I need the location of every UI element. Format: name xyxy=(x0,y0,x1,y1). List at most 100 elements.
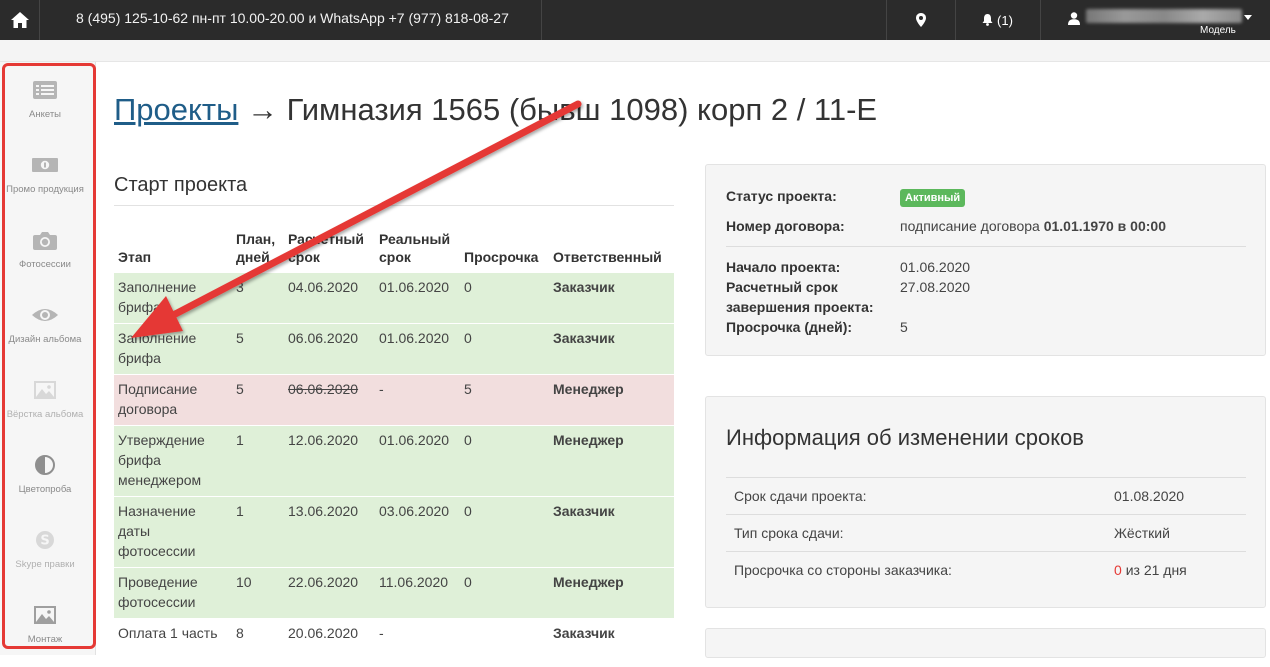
sidebar-item-label: Цветопроба xyxy=(18,484,72,495)
column-header: Этап xyxy=(118,249,152,265)
picture-icon xyxy=(34,606,56,624)
estimated-date-struck: 06.06.2020 xyxy=(288,381,359,397)
top-navbar: 8 (495) 125-10-62 пн-пт 10.00-20.00 и Wh… xyxy=(0,0,1270,40)
sidebar-item-label: Промо продукция xyxy=(6,184,84,195)
project-status-panel: Статус проекта: Активный Номер договора:… xyxy=(705,164,1266,356)
deadline-info-panel: Информация об изменении сроков Срок сдач… xyxy=(705,396,1266,608)
info-row: Срок сдачи проекта: 01.08.2020 xyxy=(726,477,1246,514)
owner-cell: Заказчик xyxy=(549,496,674,568)
skype-icon: S xyxy=(36,531,54,549)
info-value: Жёсткий xyxy=(1114,525,1170,541)
next-panel xyxy=(705,628,1266,658)
estimated-date-cell: 12.06.2020 xyxy=(284,425,375,497)
table-row: Заполнение брифа 5 06.06.2020 01.06.2020… xyxy=(114,323,674,375)
plan-cell: 5 xyxy=(232,323,284,375)
money-icon xyxy=(32,158,58,172)
project-title: Гимназия 1565 (бывш 1098) корп 2 / 11-Е xyxy=(286,92,878,127)
contract-status-text: подписание договора xyxy=(900,218,1040,234)
delay-cell: 0 xyxy=(460,496,549,568)
plan-cell: 5 xyxy=(232,374,284,426)
stage-cell: Проведение фотосессии xyxy=(114,567,232,619)
stages-table: Этап План, дней Расчетный срок Реальный … xyxy=(114,228,674,649)
user-menu[interactable]: Модель xyxy=(1040,0,1270,40)
user-name-redacted xyxy=(1086,9,1242,23)
chevron-down-icon xyxy=(1244,15,1252,20)
start-value: 01.06.2020 xyxy=(900,259,971,275)
sidebar-item-label: Skype правки xyxy=(15,559,75,570)
stage-cell: Оплата 1 часть xyxy=(114,618,232,649)
sidebar-item-montage[interactable]: Монтаж xyxy=(0,592,90,667)
table-row: Оплата 1 часть 8 20.06.2020 - Заказчик xyxy=(114,618,674,649)
estimated-date-cell: 06.06.2020 xyxy=(284,374,375,426)
stage-cell: Утверждение брифа менеджером xyxy=(114,425,232,497)
column-header: Реальный срок xyxy=(379,231,451,265)
sidebar-item-layout[interactable]: Вёрстка альбома xyxy=(0,367,90,442)
delay-label: Просрочка (дней): xyxy=(726,319,853,335)
estimated-date-cell: 22.06.2020 xyxy=(284,567,375,619)
est-end-value: 27.08.2020 xyxy=(900,279,971,295)
estimated-date-cell: 20.06.2020 xyxy=(284,618,375,649)
stage-cell: Назначение даты фотосессии xyxy=(114,496,232,568)
delay-cell: 0 xyxy=(460,272,549,324)
owner-cell: Менеджер xyxy=(549,374,674,426)
sidebar-item-promo[interactable]: Промо продукция xyxy=(0,142,90,217)
camera-icon xyxy=(33,232,57,250)
table-row: Проведение фотосессии 10 22.06.2020 11.0… xyxy=(114,567,674,619)
contact-phone-text: 8 (495) 125-10-62 пн-пт 10.00-20.00 и Wh… xyxy=(76,10,509,26)
contract-value: подписание договора 01.01.1970 в 00:00 xyxy=(900,216,1166,236)
map-marker-icon xyxy=(916,13,926,27)
divider xyxy=(114,205,674,206)
status-value-wrap: Активный xyxy=(900,186,966,207)
sidebar-item-photo[interactable]: Фотосессии xyxy=(0,217,90,292)
table-row: Утверждение брифа менеджером 1 12.06.202… xyxy=(114,425,674,497)
stage-cell: Подписание договора xyxy=(114,374,232,426)
sidebar-item-design[interactable]: Дизайн альбома xyxy=(0,292,90,367)
table-row: Заполнение брифа ... 3 04.06.2020 01.06.… xyxy=(114,272,674,324)
sidebar: Анкеты Промо продукция Фотосессии Дизайн… xyxy=(0,62,96,655)
page-title: Проекты → Гимназия 1565 (бывш 1098) корп… xyxy=(114,92,877,128)
status-label: Статус проекта: xyxy=(726,188,837,204)
column-header: Расчетный срок xyxy=(288,231,364,265)
est-end-label: Расчетный срок завершения проекта: xyxy=(726,279,874,315)
home-button[interactable] xyxy=(0,0,40,40)
real-date-cell: 11.06.2020 xyxy=(375,567,460,619)
divider xyxy=(726,246,1246,247)
table-row: Назначение даты фотосессии 1 13.06.2020 … xyxy=(114,496,674,568)
table-row: Подписание договора 5 06.06.2020 - 5 Мен… xyxy=(114,374,674,426)
eye-icon xyxy=(32,309,58,321)
delay-cell xyxy=(460,618,549,649)
column-header: Ответственный xyxy=(553,249,662,265)
user-icon xyxy=(1068,12,1080,25)
info-value: 0 из 21 дня xyxy=(1114,562,1187,578)
sidebar-item-skype[interactable]: S Skype правки xyxy=(0,517,90,592)
stage-cell: Заполнение брифа ... xyxy=(114,272,232,324)
delay-cell: 0 xyxy=(460,425,549,497)
column-header: План, дней xyxy=(236,231,276,265)
notifications-count: (1) xyxy=(997,12,1013,28)
notifications-button[interactable]: (1) xyxy=(955,0,1040,40)
sidebar-item-label: Вёрстка альбома xyxy=(6,409,84,420)
plan-cell: 3 xyxy=(232,272,284,324)
owner-cell: Заказчик xyxy=(549,323,674,375)
sidebar-item-colorproof[interactable]: Цветопроба xyxy=(0,442,90,517)
info-label: Срок сдачи проекта: xyxy=(734,488,867,504)
client-delay-total: из 21 дня xyxy=(1125,562,1187,578)
panel-title: Информация об изменении сроков xyxy=(726,425,1084,450)
plan-cell: 10 xyxy=(232,567,284,619)
sidebar-item-ankety[interactable]: Анкеты xyxy=(0,67,90,142)
user-role: Модель xyxy=(1200,25,1236,36)
breadcrumb-arrow: → xyxy=(247,92,279,127)
breadcrumb-projects-link[interactable]: Проекты xyxy=(114,92,238,127)
sidebar-item-label: Анкеты xyxy=(29,109,61,120)
owner-cell: Менеджер xyxy=(549,425,674,497)
info-label: Просрочка со стороны заказчика: xyxy=(734,562,952,578)
location-button[interactable] xyxy=(887,0,955,40)
real-date-cell: - xyxy=(375,374,460,426)
sidebar-item-label: Монтаж xyxy=(27,634,63,645)
real-date-cell: 01.06.2020 xyxy=(375,272,460,324)
picture-icon xyxy=(34,381,56,399)
sidebar-item-label: Дизайн альбома xyxy=(8,334,82,345)
info-value: 01.08.2020 xyxy=(1114,488,1185,504)
info-row: Тип срока сдачи: Жёсткий xyxy=(726,514,1246,551)
contract-date: 01.01.1970 в 00:00 xyxy=(1043,218,1166,234)
